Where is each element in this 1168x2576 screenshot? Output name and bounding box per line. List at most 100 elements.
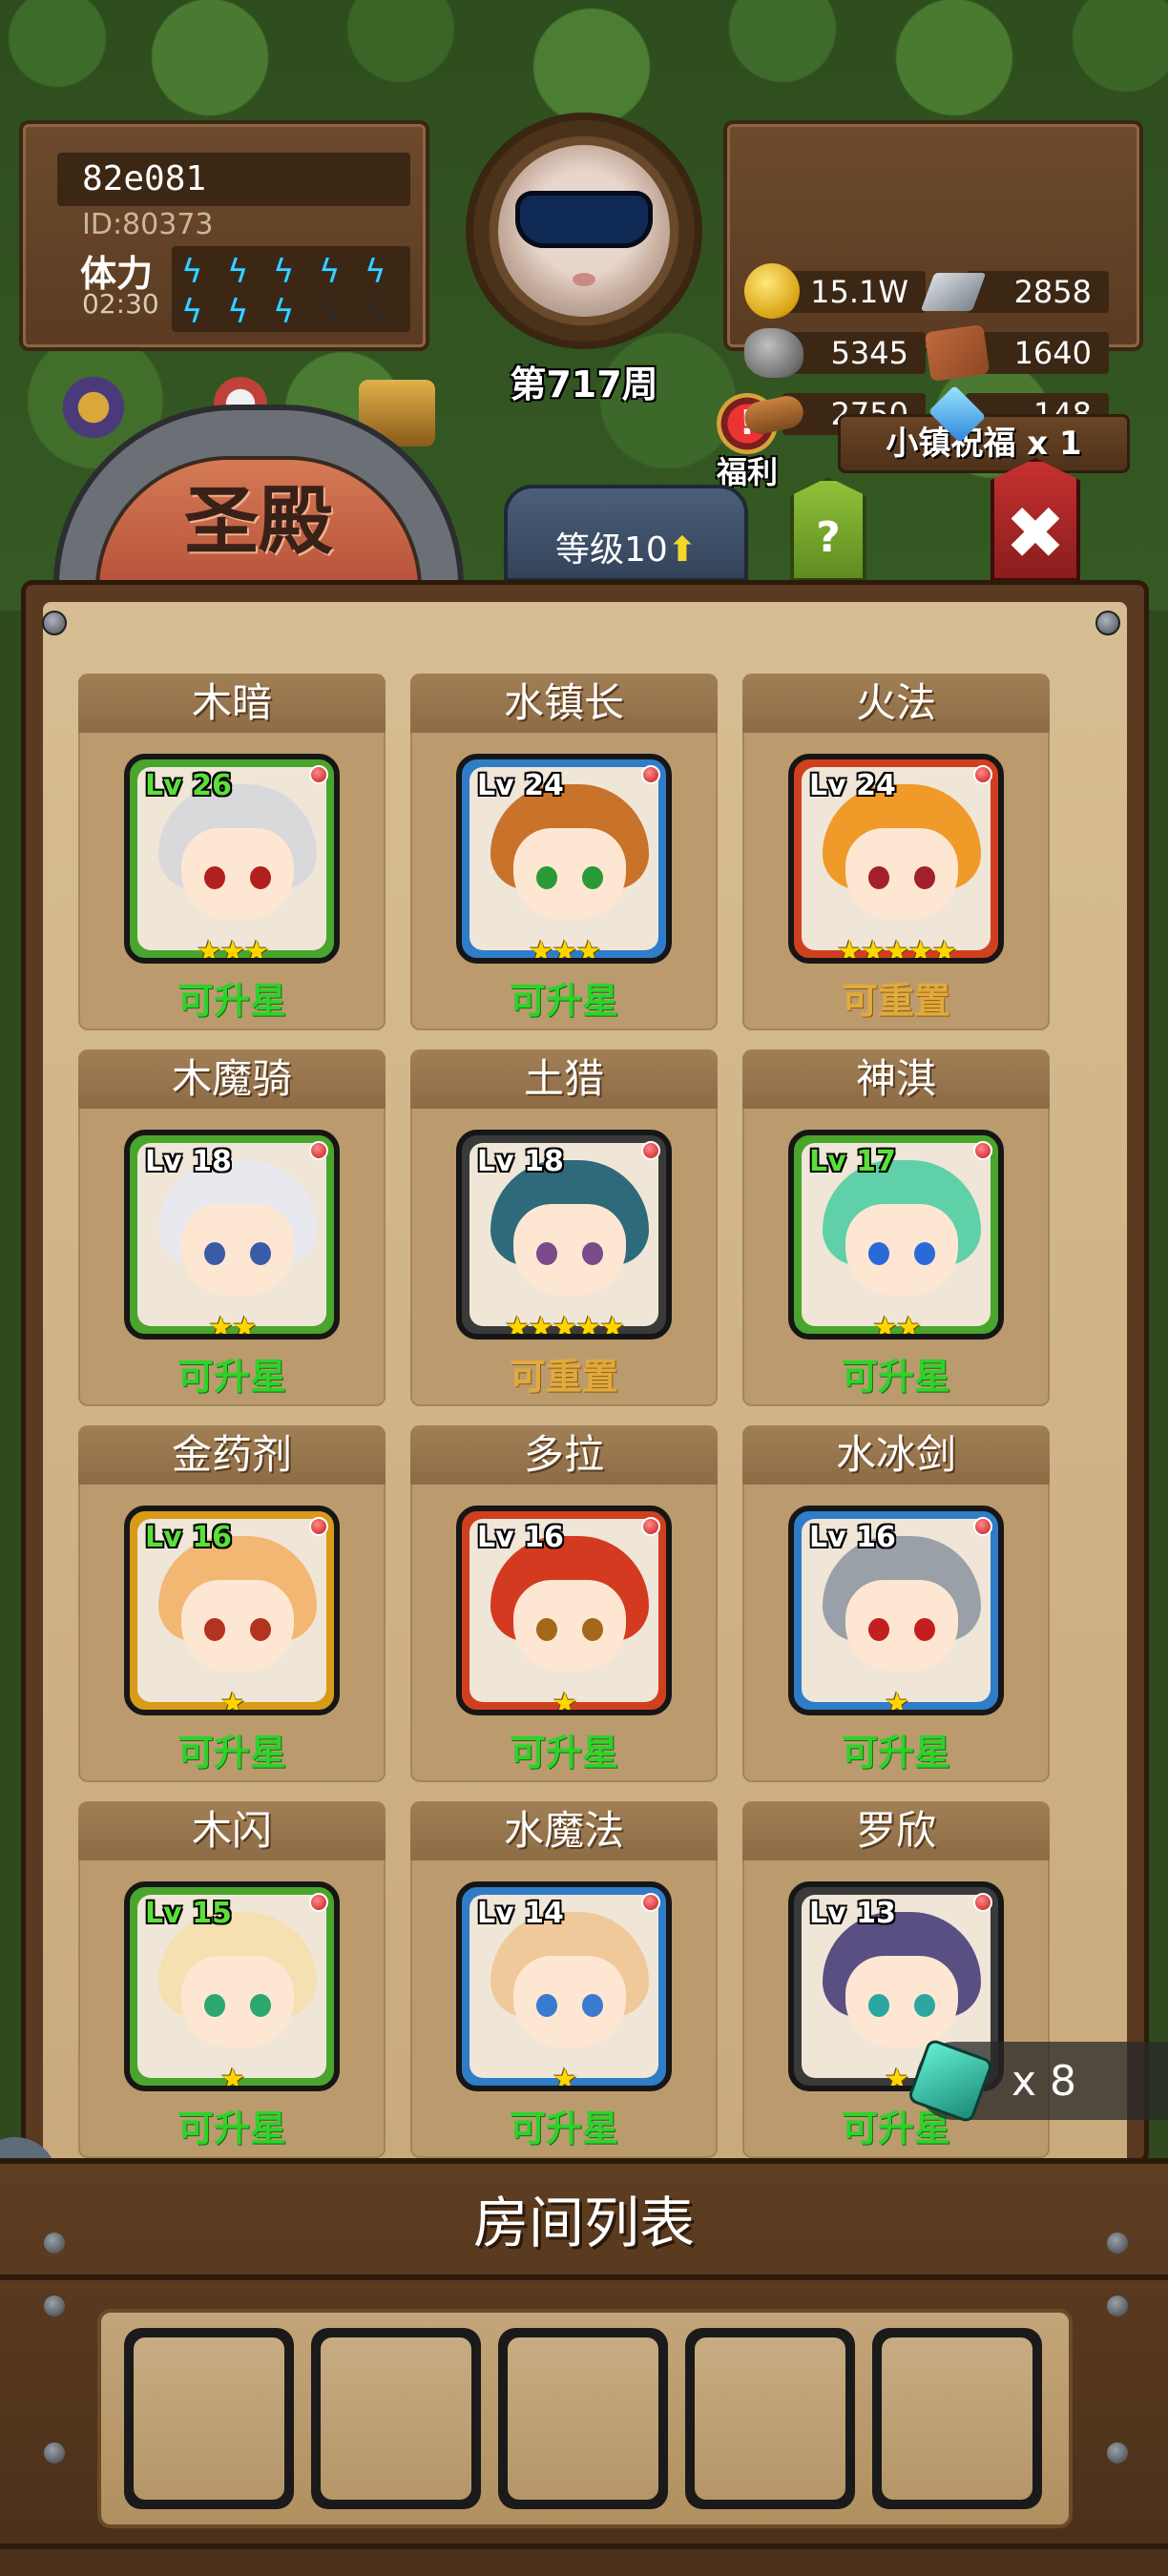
hero-status[interactable]: 可升星 [78, 2099, 386, 2151]
rivet [42, 611, 67, 635]
hero-eye [868, 1618, 889, 1641]
hero-card[interactable]: 火法 Lv 24 ★★★★★ 可重置 [742, 674, 1050, 1030]
hero-card[interactable]: 木魔骑 Lv 18 ★★ 可升星 [78, 1049, 386, 1406]
hero-eye [914, 1618, 935, 1641]
hero-eye [250, 1242, 271, 1265]
room-slot-inner [882, 2337, 1032, 2500]
hero-status[interactable]: 可升星 [410, 1723, 718, 1776]
help-button[interactable]: ? [790, 477, 866, 582]
hero-eye [204, 1994, 225, 2017]
hero-level: Lv 24 [809, 769, 896, 802]
hero-card[interactable]: 金药剂 Lv 16 ★ 可升星 [78, 1425, 386, 1782]
room-slot[interactable] [124, 2328, 294, 2509]
resources-panel [723, 120, 1143, 351]
hero-face [513, 1956, 626, 2047]
hero-level: Lv 15 [145, 1897, 232, 1930]
week-label: 第717周 [510, 364, 658, 405]
hero-portrait[interactable]: Lv 26 ★★★ [124, 754, 340, 964]
hero-status[interactable]: 可升星 [78, 1347, 386, 1400]
hero-level: Lv 14 [477, 1897, 564, 1930]
hero-eye [582, 866, 603, 889]
hero-status[interactable]: 可重置 [742, 971, 1050, 1024]
hero-portrait[interactable]: Lv 14 ★ [456, 1881, 672, 2091]
hero-status[interactable]: 可升星 [742, 1723, 1050, 1776]
hero-status[interactable]: 可重置 [410, 1347, 718, 1400]
hero-eye [582, 1994, 603, 2017]
hero-card[interactable]: 木闪 Lv 15 ★ 可升星 [78, 1801, 386, 2158]
hero-card[interactable]: 多拉 Lv 16 ★ 可升星 [410, 1425, 718, 1782]
temple-level-tab[interactable]: 等级10⬆ [504, 485, 748, 582]
hero-card[interactable]: 水冰剑 Lv 16 ★ 可升星 [742, 1425, 1050, 1782]
hero-level: Lv 13 [809, 1897, 896, 1930]
hero-card[interactable]: 土猎 Lv 18 ★★★★★ 可重置 [410, 1049, 718, 1406]
temple-level-label: 等级10 [555, 530, 668, 570]
hero-card[interactable]: 水镇长 Lv 24 ★★★ 可升星 [410, 674, 718, 1030]
hero-portrait[interactable]: Lv 24 ★★★★★ [788, 754, 1004, 964]
notification-dot-icon [309, 1893, 328, 1912]
town-blessing-banner[interactable]: 小镇祝福 x 1 [838, 414, 1130, 473]
stamina-bolts[interactable]: ϟϟϟϟϟϟϟϟϟϟ [172, 246, 410, 332]
hero-portrait[interactable]: Lv 18 ★★★★★ [456, 1130, 672, 1340]
stamina-bolt-icon: ϟ [365, 253, 386, 291]
room-slot[interactable] [311, 2328, 481, 2509]
hero-status[interactable]: 可升星 [78, 1723, 386, 1776]
hero-portrait[interactable]: Lv 15 ★ [124, 1881, 340, 2091]
nail [44, 2233, 65, 2254]
stamina-bolt-icon: ϟ [319, 253, 341, 291]
room-slot[interactable] [498, 2328, 668, 2509]
notification-dot-icon [973, 1893, 992, 1912]
hero-name: 水魔法 [410, 1801, 718, 1860]
hero-eye [582, 1618, 603, 1641]
notification-dot-icon [641, 1893, 660, 1912]
hero-card[interactable]: 水魔法 Lv 14 ★ 可升星 [410, 1801, 718, 2158]
hero-eye [914, 1994, 935, 2017]
hero-stars: ★ [219, 1687, 246, 1715]
resource-value: 15.1W [782, 271, 926, 313]
hero-face [513, 1580, 626, 1672]
hero-eye [868, 1994, 889, 2017]
hero-eye [914, 866, 935, 889]
notification-dot-icon [973, 1141, 992, 1160]
nail [1107, 2442, 1128, 2463]
hero-portrait[interactable]: Lv 16 ★ [124, 1506, 340, 1715]
hero-level: Lv 16 [477, 1521, 564, 1554]
notification-dot-icon [641, 1517, 660, 1536]
hero-status[interactable]: 可升星 [410, 971, 718, 1024]
gem-count: x 8 [1012, 2057, 1077, 2106]
room-slot-inner [321, 2337, 471, 2500]
hero-status[interactable]: 可升星 [410, 2099, 718, 2151]
player-avatar-frame[interactable] [466, 113, 702, 349]
hero-name: 多拉 [410, 1425, 718, 1485]
stone-icon [744, 328, 803, 378]
hero-name: 水镇长 [410, 674, 718, 733]
resource-gold-coin[interactable]: 15.1W [744, 263, 935, 319]
bow-building-icon[interactable] [55, 374, 132, 441]
hero-status[interactable]: 可升星 [78, 971, 386, 1024]
hero-stars: ★★★★★ [504, 1311, 625, 1340]
room-slot[interactable] [685, 2328, 855, 2509]
resource-iron-ingot[interactable]: 2858 [920, 267, 1118, 315]
hero-portrait[interactable]: Lv 16 ★ [788, 1506, 1004, 1715]
close-button[interactable]: ✖ [991, 458, 1080, 582]
hero-stars: ★★★★★ [836, 935, 957, 964]
rivet [1095, 611, 1120, 635]
player-name[interactable]: 82e081 [57, 153, 410, 206]
hero-portrait[interactable]: Lv 24 ★★★ [456, 754, 672, 964]
nail [44, 2296, 65, 2316]
hero-card[interactable]: 神淇 Lv 17 ★★ 可升星 [742, 1049, 1050, 1406]
notification-dot-icon [641, 765, 660, 784]
hero-level: Lv 18 [477, 1145, 564, 1178]
hero-level: Lv 16 [145, 1521, 232, 1554]
hero-portrait[interactable]: Lv 18 ★★ [124, 1130, 340, 1340]
notification-dot-icon [973, 765, 992, 784]
hero-portrait[interactable]: Lv 17 ★★ [788, 1130, 1004, 1340]
hero-eye [250, 866, 271, 889]
hero-status[interactable]: 可升星 [742, 1347, 1050, 1400]
hero-card[interactable]: 木暗 Lv 26 ★★★ 可升星 [78, 674, 386, 1030]
hero-portrait[interactable]: Lv 16 ★ [456, 1506, 672, 1715]
hero-eye [204, 1618, 225, 1641]
hero-stars: ★ [552, 1687, 578, 1715]
hero-name: 水冰剑 [742, 1425, 1050, 1485]
leather-icon [924, 323, 991, 383]
room-slot[interactable] [872, 2328, 1042, 2509]
